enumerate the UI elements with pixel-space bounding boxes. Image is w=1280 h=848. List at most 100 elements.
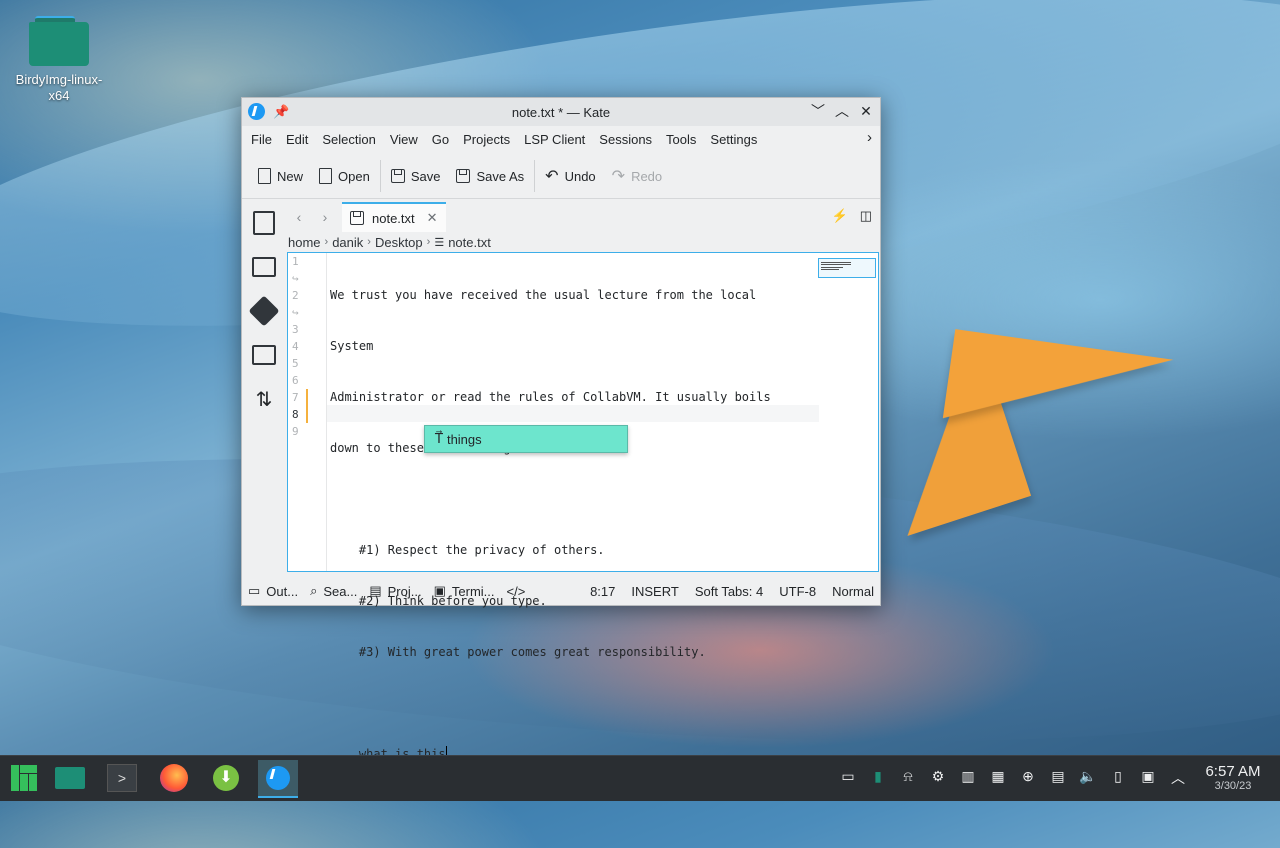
projects-panel-button[interactable]: ▤ Proj... bbox=[363, 583, 427, 599]
menu-sessions[interactable]: Sessions bbox=[592, 126, 659, 154]
line-number: 7 bbox=[292, 391, 299, 404]
line-number: 1 bbox=[292, 255, 299, 268]
text-line bbox=[330, 491, 818, 508]
tray-expand-chevron-icon[interactable]: ︿ bbox=[1168, 768, 1188, 788]
breadcrumb-danik[interactable]: danik bbox=[332, 235, 363, 250]
projects-icon[interactable] bbox=[249, 252, 279, 282]
line-number-gutter[interactable]: 1 ↪ 2 ↪ 3 4 5 6 7 8 9 bbox=[288, 253, 327, 571]
taskbar-file-manager[interactable] bbox=[50, 760, 90, 796]
status-bar: ▭ Out... ⌕ Sea... ▤ Proj... ▣ Termi... <… bbox=[242, 577, 880, 605]
back-chevron-icon[interactable]: ‹ bbox=[286, 209, 312, 225]
close-button[interactable]: ✕ bbox=[858, 102, 874, 120]
line-number-current: 8 bbox=[292, 408, 299, 421]
clipboard-manager-icon[interactable]: ▤ bbox=[1048, 768, 1068, 788]
window-title: note.txt * — Kate bbox=[511, 104, 611, 120]
breadcrumb-file[interactable]: note.txt bbox=[448, 235, 491, 250]
new-document-icon bbox=[258, 168, 271, 184]
input-mode[interactable]: INSERT bbox=[631, 584, 678, 599]
vault-icon[interactable]: ▥ bbox=[958, 768, 978, 788]
taskbar-software-updater[interactable]: ⬇ bbox=[206, 760, 246, 796]
title-bar[interactable]: 📌 note.txt * — Kate ﹀ ︿ ✕ bbox=[242, 98, 880, 126]
undo-button[interactable]: ↶ Undo bbox=[537, 160, 603, 192]
code-icon: </> bbox=[506, 583, 526, 599]
filesystem-browser-icon[interactable] bbox=[249, 340, 279, 370]
desktop-icon-birdyimg[interactable]: BirdyImg-linux-x64 bbox=[10, 10, 108, 104]
updates-icon[interactable]: ⊕ bbox=[1018, 768, 1038, 788]
line-wrap-marker: ↪ bbox=[292, 306, 299, 319]
kate-window: 📌 note.txt * — Kate ﹀ ︿ ✕ File Edit Sele… bbox=[241, 97, 881, 761]
menu-view[interactable]: View bbox=[383, 126, 425, 154]
terminal-icon: ▣ bbox=[433, 583, 446, 598]
lsp-panel-button[interactable]: </> bbox=[501, 584, 532, 599]
network-icon[interactable]: ▣ bbox=[1138, 768, 1158, 788]
minimap[interactable] bbox=[818, 258, 876, 278]
forward-chevron-icon[interactable]: › bbox=[312, 209, 338, 225]
cursor-position[interactable]: 8:17 bbox=[590, 584, 615, 599]
open-button[interactable]: Open bbox=[311, 160, 378, 192]
tab-bar: ‹ › note.txt ✕ ⚡ ◫ bbox=[286, 202, 880, 232]
save-icon bbox=[390, 169, 405, 183]
autocomplete-item[interactable]: T⃗ things bbox=[424, 425, 628, 453]
maximize-button[interactable]: ︿ bbox=[834, 102, 850, 120]
tab-note-txt[interactable]: note.txt ✕ bbox=[342, 202, 446, 232]
disk-icon[interactable]: ▦ bbox=[988, 768, 1008, 788]
toolbar-separator bbox=[534, 160, 536, 192]
indentation-setting[interactable]: Soft Tabs: 4 bbox=[695, 584, 763, 599]
text-line: Administrator or read the rules of Colla… bbox=[330, 390, 771, 404]
git-icon[interactable] bbox=[248, 295, 280, 327]
menu-tools[interactable]: Tools bbox=[659, 126, 703, 154]
download-icon: ⬇ bbox=[213, 765, 239, 791]
chevron-right-icon: › bbox=[324, 236, 329, 248]
menu-settings[interactable]: Settings bbox=[703, 126, 764, 154]
menu-lsp-client[interactable]: LSP Client bbox=[517, 126, 592, 154]
system-tray: ▭ ▮ ⍾ ⚙ ▥ ▦ ⊕ ▤ 🔈 ▯ ▣ ︿ bbox=[838, 768, 1188, 788]
folder-icon bbox=[55, 767, 85, 789]
encoding[interactable]: UTF-8 bbox=[779, 584, 816, 599]
clipboard-icon[interactable]: ▮ bbox=[868, 768, 888, 788]
open-document-icon bbox=[319, 168, 333, 184]
text-editor[interactable]: 1 ↪ 2 ↪ 3 4 5 6 7 8 9 We trust you have … bbox=[287, 252, 879, 761]
terminal-panel-button[interactable]: ▣ Termi... bbox=[428, 583, 501, 599]
text-file-icon: ☰ bbox=[434, 236, 445, 249]
output-panel-button[interactable]: ▭ Out... bbox=[242, 583, 304, 599]
save-button[interactable]: Save bbox=[383, 160, 449, 192]
taskbar-terminal[interactable]: > bbox=[102, 760, 142, 796]
menu-overflow-chevron-icon[interactable]: › bbox=[867, 129, 872, 146]
show-desktop-icon[interactable]: ▭ bbox=[838, 768, 858, 788]
kate-app-icon bbox=[266, 766, 290, 790]
menu-go[interactable]: Go bbox=[425, 126, 456, 154]
digital-clock[interactable]: 6:57 AM 3/30/23 bbox=[1200, 763, 1266, 792]
split-view-icon[interactable]: ◫ bbox=[860, 208, 872, 224]
menu-projects[interactable]: Projects bbox=[456, 126, 517, 154]
modified-document-icon bbox=[350, 211, 364, 225]
notifications-icon[interactable]: ⍾ bbox=[898, 768, 918, 788]
taskbar-kate[interactable] bbox=[258, 760, 298, 798]
text-line: System bbox=[330, 339, 374, 353]
quick-open-icon[interactable]: ⚡ bbox=[832, 208, 848, 224]
line-wrap-marker: ↪ bbox=[292, 272, 299, 285]
clock-date: 3/30/23 bbox=[1214, 780, 1252, 792]
line-number: 9 bbox=[292, 425, 299, 438]
redo-icon: ↷ bbox=[611, 168, 626, 185]
breadcrumb-desktop[interactable]: Desktop bbox=[375, 235, 423, 250]
terminal-icon: > bbox=[107, 764, 137, 792]
search-panel-button[interactable]: ⌕ Sea... bbox=[304, 583, 363, 599]
menu-edit[interactable]: Edit bbox=[279, 126, 315, 154]
new-button[interactable]: New bbox=[250, 160, 311, 192]
taskbar-firefox[interactable] bbox=[154, 760, 194, 796]
battery-icon[interactable]: ▯ bbox=[1108, 768, 1128, 788]
tab-close-icon[interactable]: ✕ bbox=[427, 210, 438, 226]
syntax-mode[interactable]: Normal bbox=[832, 584, 874, 599]
documents-icon[interactable] bbox=[249, 208, 279, 238]
volume-icon[interactable]: 🔈 bbox=[1078, 768, 1098, 788]
redo-button[interactable]: ↷ Redo bbox=[604, 160, 670, 192]
save-as-button[interactable]: Save As bbox=[448, 160, 532, 192]
application-launcher[interactable] bbox=[4, 760, 44, 796]
minimize-button[interactable]: ﹀ bbox=[810, 102, 826, 120]
kde-connect-icon[interactable]: ⚙ bbox=[928, 768, 948, 788]
symbols-icon[interactable]: ⇅ bbox=[249, 384, 279, 414]
breadcrumb-home[interactable]: home bbox=[288, 235, 321, 250]
text-completion-icon: T⃗ bbox=[435, 431, 443, 447]
menu-selection[interactable]: Selection bbox=[315, 126, 382, 154]
menu-file[interactable]: File bbox=[244, 126, 279, 154]
